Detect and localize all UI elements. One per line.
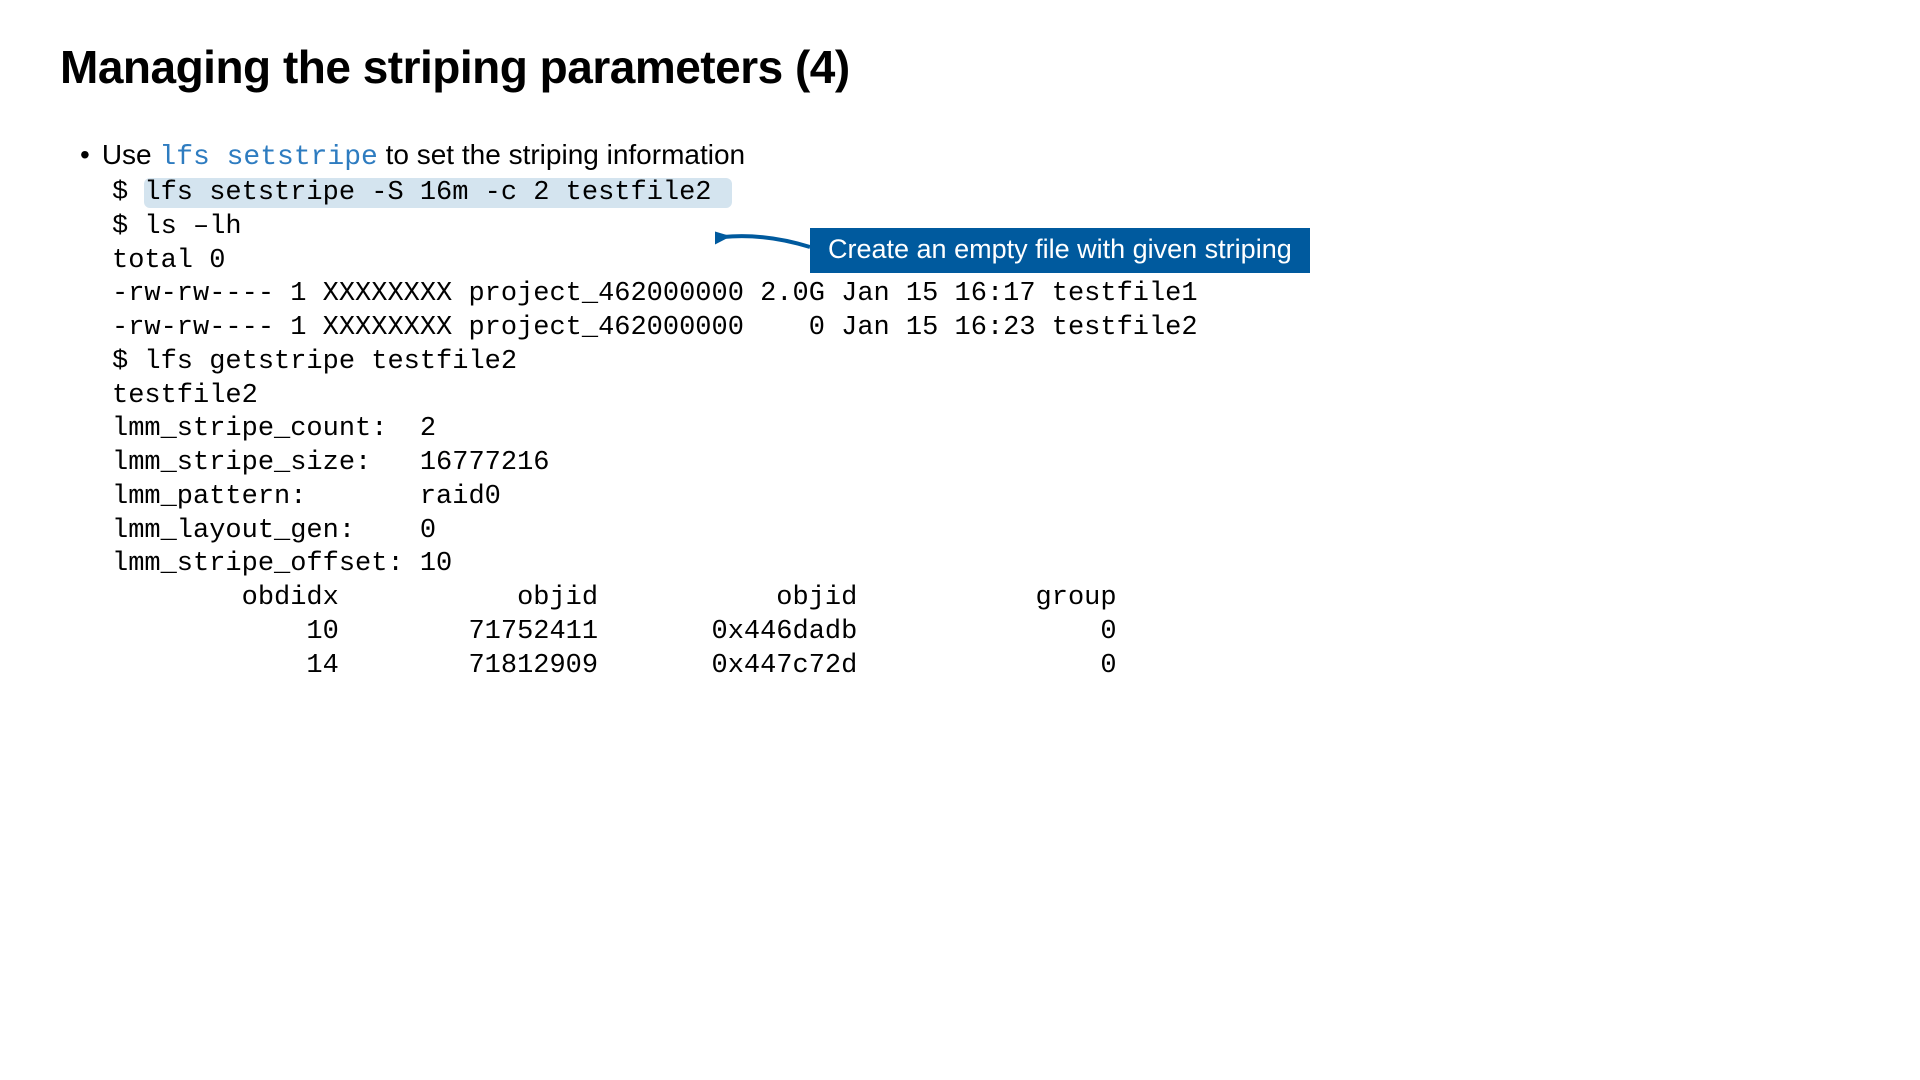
- prompt-1: $: [112, 178, 144, 208]
- bullet-point: • Use lfs setstripe to set the striping …: [80, 139, 1476, 173]
- terminal-line-4: -rw-rw---- 1 XXXXXXXX project_462000000 …: [112, 279, 1198, 309]
- terminal-line-12: lmm_stripe_offset: 10: [112, 549, 452, 579]
- callout-box: Create an empty file with given striping: [810, 228, 1310, 273]
- terminal-line-2: $ ls –lh: [112, 212, 242, 242]
- bullet-text: Use lfs setstripe to set the striping in…: [102, 139, 745, 173]
- terminal-line-6: $ lfs getstripe testfile2: [112, 347, 517, 377]
- terminal-line-9: lmm_stripe_size: 16777216: [112, 448, 549, 478]
- terminal-line-13: obdidx objid objid group: [112, 583, 1117, 613]
- terminal-line-10: lmm_pattern: raid0: [112, 482, 501, 512]
- terminal-line-8: lmm_stripe_count: 2: [112, 414, 436, 444]
- terminal-line-11: lmm_layout_gen: 0: [112, 516, 436, 546]
- terminal-line-7: testfile2: [112, 381, 258, 411]
- highlighted-command: lfs setstripe -S 16m -c 2 testfile2: [144, 178, 731, 208]
- slide-title: Managing the striping parameters (4): [60, 40, 1476, 94]
- terminal-line-3: total 0: [112, 246, 225, 276]
- terminal-line-14: 10 71752411 0x446dadb 0: [112, 617, 1117, 647]
- terminal-line-5: -rw-rw---- 1 XXXXXXXX project_462000000 …: [112, 313, 1198, 343]
- bullet-prefix: Use: [102, 139, 160, 170]
- bullet-suffix: to set the striping information: [378, 139, 745, 170]
- terminal-line-15: 14 71812909 0x447c72d 0: [112, 651, 1117, 681]
- bullet-marker: •: [80, 141, 90, 169]
- slide-content: • Use lfs setstripe to set the striping …: [80, 139, 1476, 683]
- inline-code: lfs setstripe: [159, 142, 377, 173]
